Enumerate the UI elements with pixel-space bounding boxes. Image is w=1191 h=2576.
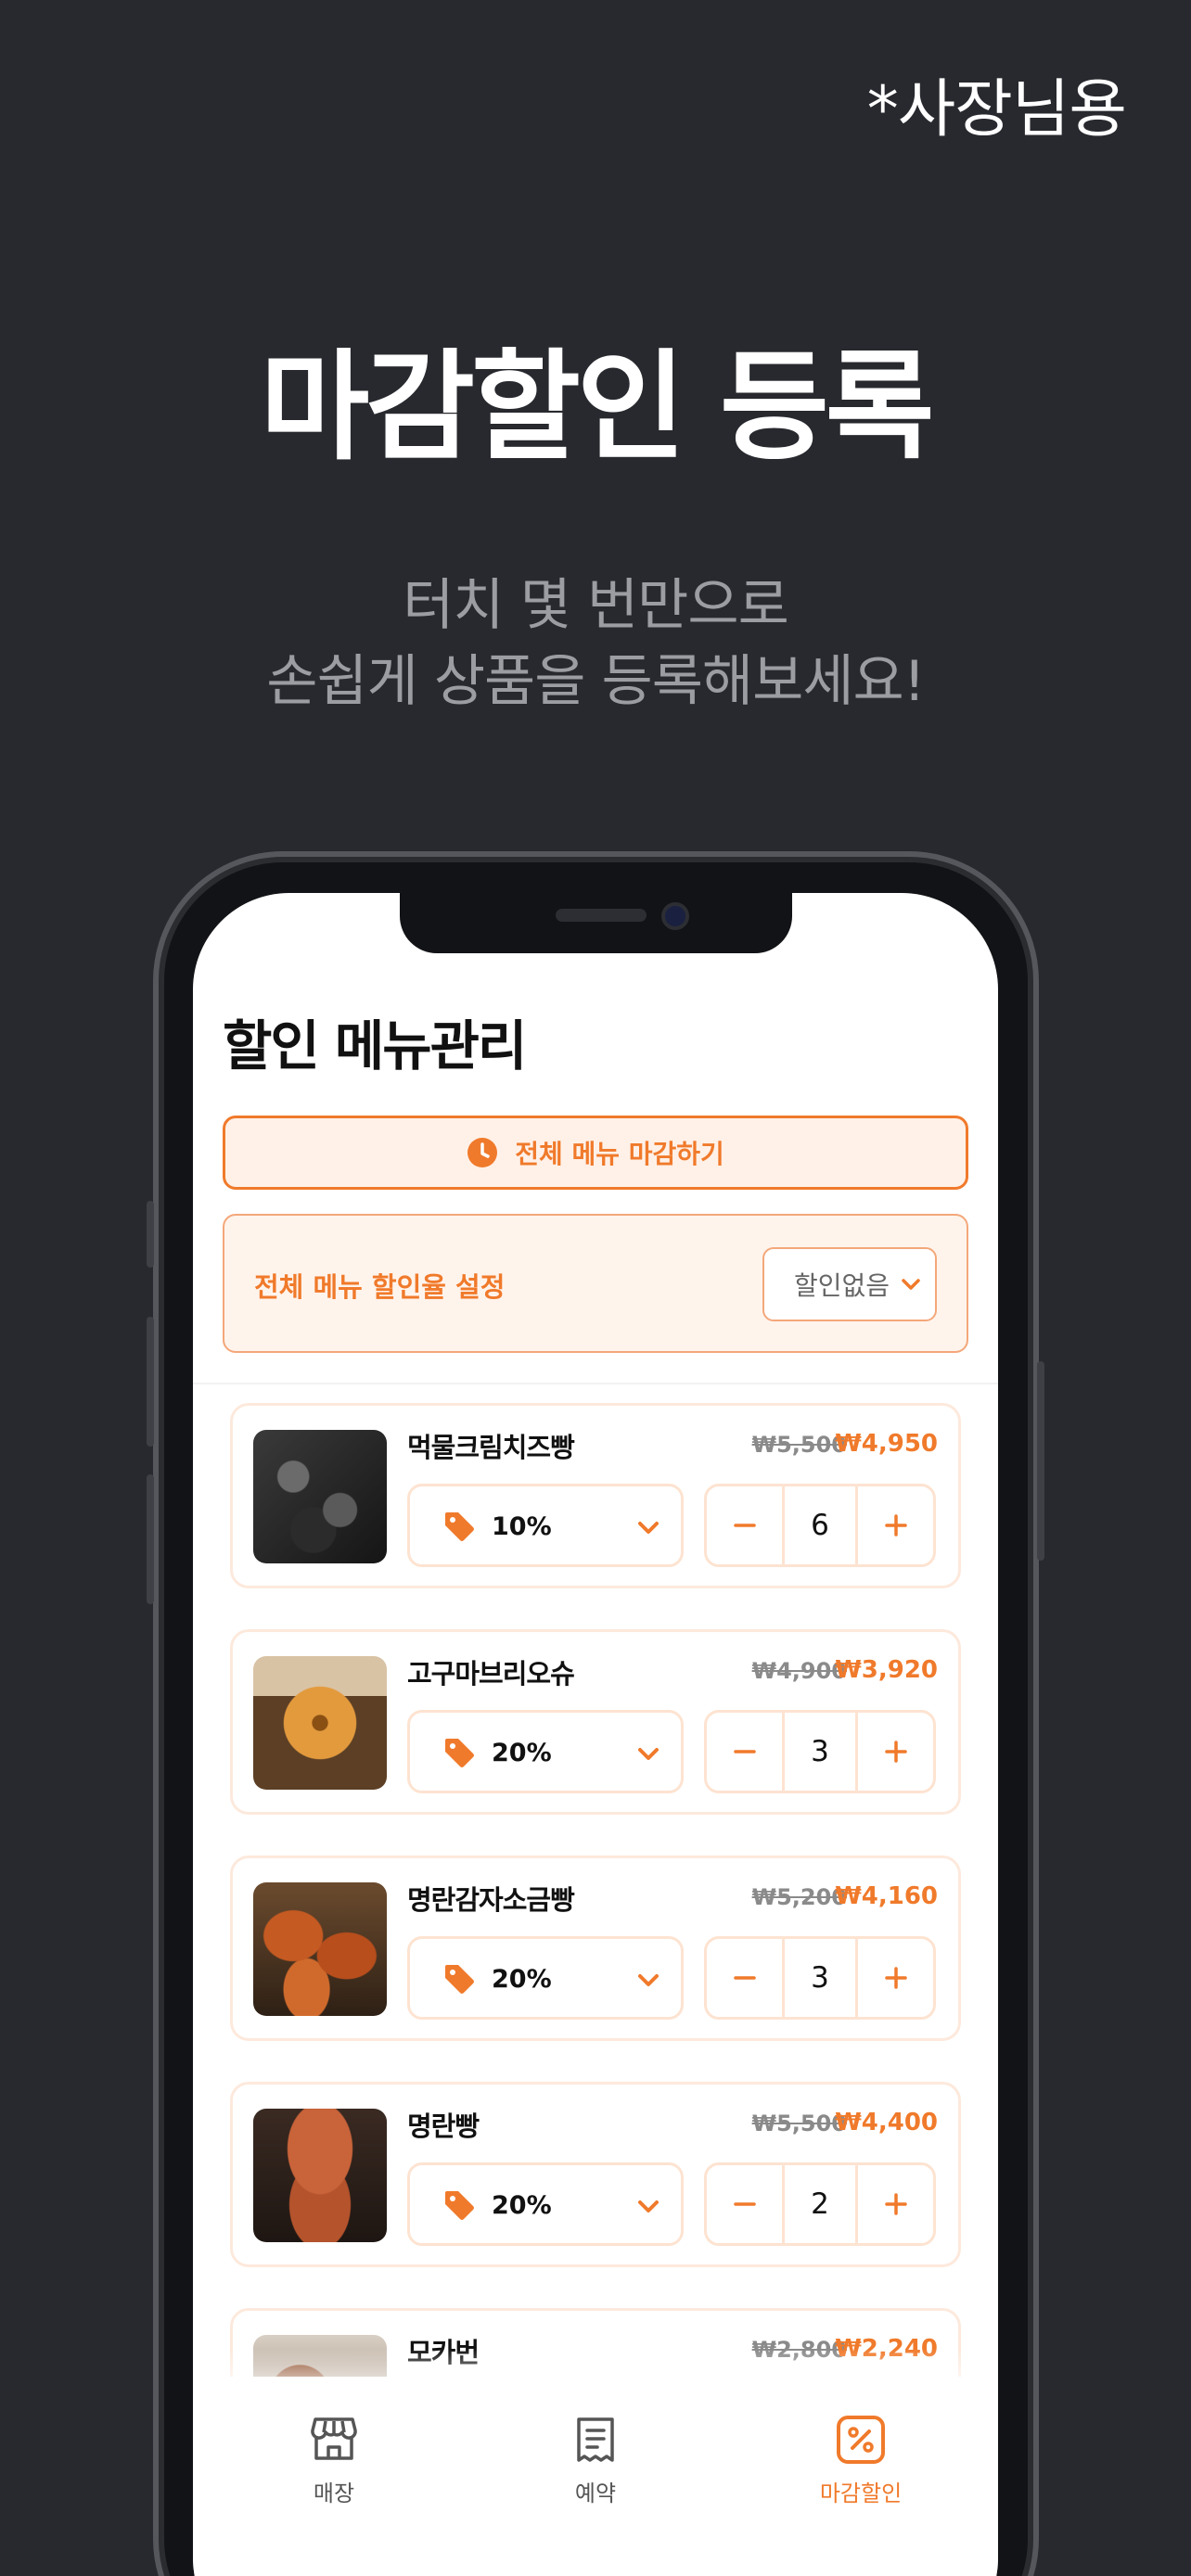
- discount-value: 10%: [492, 1512, 552, 1541]
- plus-icon: [884, 1741, 907, 1763]
- menu-item-name: 명란감자소금빵: [407, 1884, 575, 1916]
- chevron-down-icon: [638, 1522, 659, 1534]
- owner-note: *사장님용: [866, 73, 1127, 147]
- phone-screen: 할인 메뉴관리 전체 메뉴 마감하기 전체 메뉴 할인율 설정 할인없음 먹물크…: [193, 893, 998, 2576]
- menu-card: 명란감자소금빵 ₩5,200 ₩4,160 20% 3: [230, 1855, 961, 2041]
- global-discount-label: 전체 메뉴 할인율 설정: [254, 1271, 506, 1303]
- tab-store[interactable]: 매장: [241, 2414, 427, 2507]
- receipt-icon: [577, 2417, 614, 2462]
- increase-quantity-button[interactable]: [855, 1486, 933, 1564]
- original-price: ₩5,500: [751, 2111, 847, 2136]
- tab-closing-discount-label: 마감할인: [819, 2480, 903, 2506]
- tab-bar: 매장 예약 마감할인: [193, 2377, 998, 2576]
- hero-title: 마감할인 등록: [260, 338, 934, 477]
- sale-price: ₩4,950: [835, 1430, 938, 1458]
- salt-bread-photo: [253, 1882, 387, 2016]
- close-all-label: 전체 메뉴 마감하기: [515, 1139, 724, 1169]
- tag-icon: [445, 1739, 474, 1767]
- menu-item-name: 고구마브리오슈: [407, 1658, 575, 1690]
- discount-select[interactable]: 20%: [407, 1710, 684, 1793]
- tab-closing-discount[interactable]: 마감할인: [768, 2414, 954, 2507]
- phone-volume-down: [147, 1474, 154, 1604]
- quantity-value[interactable]: 2: [785, 2165, 855, 2243]
- original-price: ₩5,500: [751, 1432, 847, 1458]
- global-discount-panel: 전체 메뉴 할인율 설정 할인없음: [223, 1214, 968, 1353]
- minus-icon: [733, 1750, 756, 1753]
- original-price: ₩5,200: [751, 1884, 847, 1910]
- close-all-menu-button[interactable]: 전체 메뉴 마감하기: [223, 1116, 968, 1190]
- front-camera: [661, 902, 689, 930]
- minus-icon: [733, 1524, 756, 1527]
- quantity-stepper: 2: [704, 2162, 936, 2246]
- mentaiko-bread-photo: [253, 2109, 387, 2242]
- discount-select[interactable]: 10%: [407, 1484, 684, 1567]
- hero-subtitle-line2: 손쉽게 상품을 등록해보세요!: [266, 649, 926, 714]
- plus-icon: [884, 1514, 907, 1537]
- discount-value: 20%: [492, 1739, 552, 1767]
- decrease-quantity-button[interactable]: [707, 1939, 785, 2017]
- increase-quantity-button[interactable]: [855, 1713, 933, 1791]
- menu-card: 고구마브리오슈 ₩4,900 ₩3,920 20% 3: [230, 1629, 961, 1815]
- minus-icon: [733, 1976, 756, 1980]
- increase-quantity-button[interactable]: [855, 1939, 933, 2017]
- minus-icon: [733, 2202, 756, 2206]
- original-price: ₩4,900: [751, 1658, 847, 1684]
- hero-subtitle-line1: 터치 몇 번만으로: [403, 573, 789, 638]
- page-title: 할인 메뉴관리: [223, 1014, 527, 1078]
- menu-item-name: 먹물크림치즈빵: [407, 1432, 575, 1463]
- store-icon: [311, 2417, 357, 2460]
- phone-notch: [400, 893, 792, 953]
- global-discount-select[interactable]: 할인없음: [762, 1247, 937, 1321]
- tab-reservation[interactable]: 예약: [503, 2414, 688, 2507]
- promo-screen: *사장님용 마감할인 등록 터치 몇 번만으로 손쉽게 상품을 등록해보세요! …: [0, 0, 1191, 2576]
- squid-ink-bread-photo: [253, 1430, 387, 1563]
- percent-icon: [837, 2416, 885, 2464]
- global-discount-value: 할인없음: [794, 1270, 890, 1301]
- quantity-stepper: 3: [704, 1710, 936, 1793]
- phone-side-button: [147, 1201, 154, 1268]
- sale-price: ₩4,400: [835, 2109, 938, 2136]
- quantity-value[interactable]: 3: [785, 1939, 855, 2017]
- decrease-quantity-button[interactable]: [707, 1713, 785, 1791]
- discount-value: 20%: [492, 2191, 552, 2220]
- plus-icon: [884, 2193, 907, 2215]
- increase-quantity-button[interactable]: [855, 2165, 933, 2243]
- menu-card: 명란빵 ₩5,500 ₩4,400 20% 2: [230, 2082, 961, 2267]
- clock-icon: [467, 1138, 498, 1167]
- chevron-down-icon: [638, 1748, 659, 1760]
- sale-price: ₩4,160: [835, 1882, 938, 1910]
- tab-reservation-label: 예약: [574, 2480, 617, 2506]
- section-divider: [193, 1383, 998, 1384]
- sale-price: ₩3,920: [835, 1656, 938, 1684]
- tag-icon: [445, 2191, 474, 2220]
- discount-value: 20%: [492, 1965, 552, 1994]
- discount-select[interactable]: 20%: [407, 2162, 684, 2246]
- menu-card: 먹물크림치즈빵 ₩5,500 ₩4,950 10% 6: [230, 1403, 961, 1588]
- chevron-down-icon: [902, 1279, 920, 1290]
- quantity-value[interactable]: 3: [785, 1713, 855, 1791]
- chevron-down-icon: [638, 1974, 659, 1986]
- speaker-grille: [556, 909, 647, 922]
- chevron-down-icon: [638, 2200, 659, 2213]
- phone-volume-up: [147, 1317, 154, 1447]
- tag-icon: [445, 1965, 474, 1994]
- discount-select[interactable]: 20%: [407, 1936, 684, 2020]
- tab-store-label: 매장: [313, 2480, 355, 2506]
- hero-subtitle: 터치 몇 번만으로 손쉽게 상품을 등록해보세요!: [0, 567, 1191, 720]
- plus-icon: [884, 1967, 907, 1989]
- quantity-stepper: 6: [704, 1484, 936, 1567]
- phone-power-button: [1037, 1361, 1044, 1561]
- decrease-quantity-button[interactable]: [707, 1486, 785, 1564]
- quantity-value[interactable]: 6: [785, 1486, 855, 1564]
- decrease-quantity-button[interactable]: [707, 2165, 785, 2243]
- quantity-stepper: 3: [704, 1936, 936, 2020]
- brioche-photo: [253, 1656, 387, 1790]
- tag-icon: [445, 1512, 474, 1541]
- menu-item-name: 명란빵: [407, 2111, 480, 2142]
